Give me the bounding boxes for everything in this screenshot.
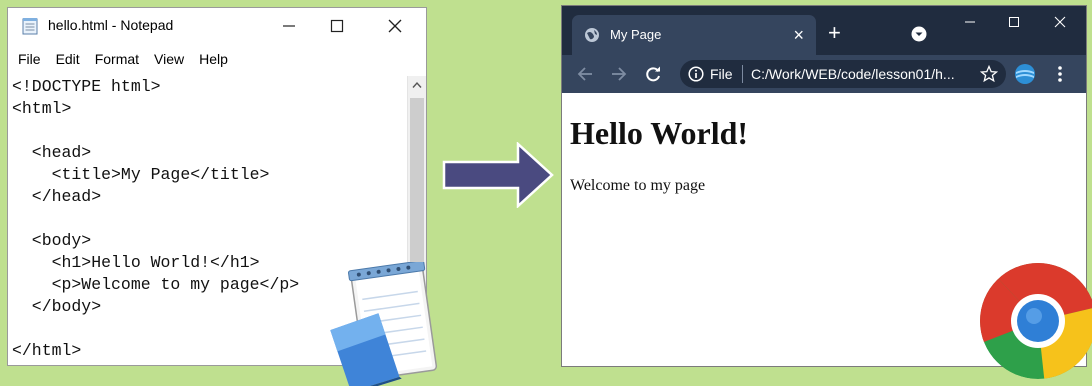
code-line: </head>: [12, 187, 102, 206]
code-line: <title>My Page</title>: [12, 165, 270, 184]
browser-maximize-button[interactable]: [992, 6, 1036, 38]
notepad-minimize-button[interactable]: [266, 8, 312, 44]
code-line: <head>: [12, 143, 92, 162]
address-bar[interactable]: File C:/Work/WEB/code/lesson01/h...: [680, 60, 1006, 88]
tab-title: My Page: [610, 27, 662, 42]
notepad-app-icon: [330, 262, 438, 386]
browser-close-button[interactable]: [1038, 6, 1082, 38]
notepad-maximize-button[interactable]: [314, 8, 360, 44]
star-icon[interactable]: [980, 65, 998, 83]
tab-search-icon[interactable]: [911, 26, 927, 42]
code-line: <!DOCTYPE html>: [12, 77, 161, 96]
page-paragraph: Welcome to my page: [570, 177, 706, 194]
notepad-title: hello.html - Notepad: [48, 17, 174, 33]
extension-icon[interactable]: [1014, 63, 1036, 85]
menu-file[interactable]: File: [18, 51, 41, 67]
minimize-icon: [965, 21, 975, 23]
menu-help[interactable]: Help: [199, 51, 228, 67]
code-line: <body>: [12, 231, 92, 250]
menu-dots-icon[interactable]: [1054, 63, 1066, 85]
tab-close-button[interactable]: ×: [793, 23, 804, 47]
reload-icon: [646, 66, 660, 82]
chrome-logo-icon: [980, 263, 1092, 379]
info-icon[interactable]: [688, 66, 704, 82]
back-button[interactable]: [574, 63, 596, 85]
url-text[interactable]: C:/Work/WEB/code/lesson01/h...: [751, 66, 955, 82]
notepad-titlebar[interactable]: hello.html - Notepad: [8, 8, 426, 44]
maximize-icon: [330, 19, 344, 33]
code-line: </html>: [12, 341, 82, 360]
menu-view[interactable]: View: [154, 51, 184, 67]
browser-toolbar: File C:/Work/WEB/code/lesson01/h...: [562, 55, 1086, 93]
code-text: <!DOCTYPE html> <html> <head> <title>My …: [12, 76, 299, 362]
reload-button[interactable]: [642, 63, 664, 85]
close-icon: [1054, 16, 1066, 28]
close-icon: [388, 19, 402, 33]
new-tab-button[interactable]: +: [828, 22, 841, 44]
browser-minimize-button[interactable]: [948, 6, 992, 38]
back-icon: [577, 67, 592, 81]
maximize-icon: [1009, 17, 1019, 27]
arrow-right-icon: [442, 142, 554, 208]
scheme-label: File: [710, 66, 733, 82]
menu-edit[interactable]: Edit: [56, 51, 80, 67]
code-line: </body>: [12, 297, 102, 316]
notepad-menubar: File Edit Format View Help: [8, 48, 426, 70]
scroll-up-button[interactable]: [408, 76, 426, 94]
code-line: <h1>Hello World!</h1>: [12, 253, 260, 272]
browser-tabstrip[interactable]: My Page × +: [562, 6, 1086, 55]
code-line: <html>: [12, 99, 72, 118]
menu-format[interactable]: Format: [95, 51, 139, 67]
page-heading: Hello World!: [570, 115, 749, 151]
forward-icon: [612, 67, 627, 81]
minimize-icon: [283, 25, 295, 27]
forward-button[interactable]: [608, 63, 630, 85]
globe-icon: [585, 28, 599, 42]
scroll-up-icon: [412, 81, 422, 88]
notepad-doc-icon: [22, 18, 38, 35]
notepad-close-button[interactable]: [372, 8, 418, 44]
omnibox-separator: [742, 65, 743, 83]
code-line: <p>Welcome to my page</p>: [12, 275, 300, 294]
browser-tab-active[interactable]: My Page ×: [572, 15, 816, 55]
